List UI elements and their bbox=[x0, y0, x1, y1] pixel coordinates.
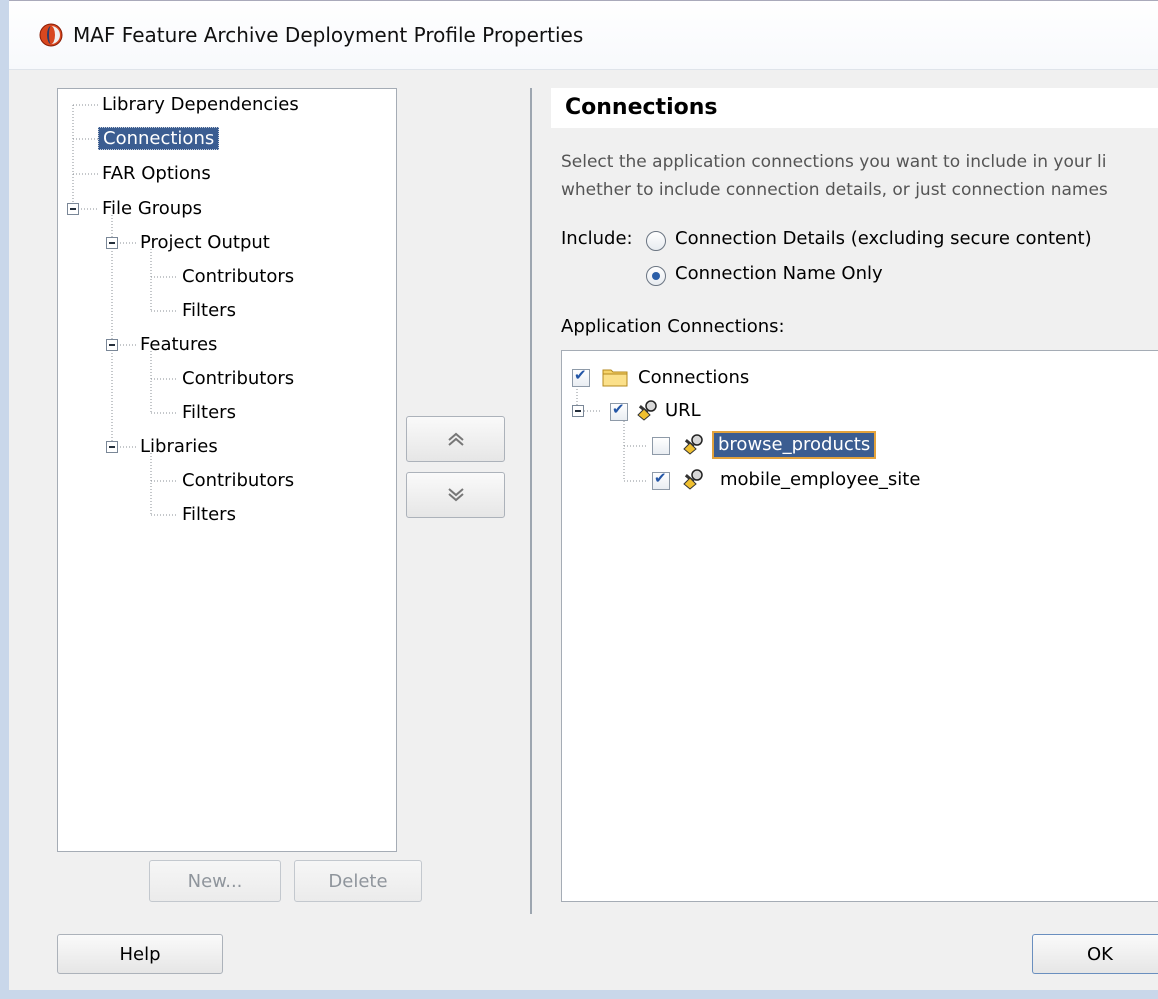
radio-connection-name-only[interactable] bbox=[646, 266, 666, 286]
checkbox-url-group[interactable] bbox=[610, 400, 628, 421]
collapse-icon[interactable] bbox=[572, 405, 584, 417]
navigation-tree[interactable]: Library Dependencies Connections FAR Opt… bbox=[57, 88, 397, 852]
dialog-window: MAF Feature Archive Deployment Profile P… bbox=[0, 0, 1158, 999]
tree-item-file-groups[interactable]: File Groups bbox=[98, 194, 206, 224]
tree-item-far-options[interactable]: FAR Options bbox=[98, 159, 215, 189]
folder-icon bbox=[602, 369, 628, 387]
tree-item-contributors[interactable]: Contributors bbox=[178, 262, 298, 292]
radio-connection-details-label[interactable]: Connection Details (excluding secure con… bbox=[675, 228, 1092, 249]
tree-item-features[interactable]: Features bbox=[136, 330, 221, 360]
double-chevron-down-icon bbox=[447, 488, 464, 502]
tree-item-filters[interactable]: Filters bbox=[178, 398, 240, 428]
ok-button[interactable]: OK bbox=[1032, 934, 1158, 974]
conn-item-mobile-employee-site[interactable]: mobile_employee_site bbox=[720, 467, 920, 493]
conn-tree-url-label[interactable]: URL bbox=[665, 398, 701, 424]
checkbox-browse-products[interactable] bbox=[652, 437, 670, 455]
connections-tree[interactable]: Connections URL browse_products mobile_e… bbox=[561, 350, 1158, 902]
tree-item-contributors[interactable]: Contributors bbox=[178, 466, 298, 496]
radio-connection-name-only-label[interactable]: Connection Name Only bbox=[675, 263, 883, 284]
tree-item-contributors[interactable]: Contributors bbox=[178, 364, 298, 394]
application-connections-label: Application Connections: bbox=[561, 316, 785, 337]
tree-item-libraries[interactable]: Libraries bbox=[136, 432, 222, 462]
tree-item-connections[interactable]: Connections bbox=[98, 124, 220, 154]
tree-item-filters[interactable]: Filters bbox=[178, 296, 240, 326]
connection-url-icon bbox=[637, 400, 657, 421]
panel-divider bbox=[530, 88, 532, 914]
tree-item-filters[interactable]: Filters bbox=[178, 500, 240, 530]
new-button[interactable]: New... bbox=[149, 860, 281, 902]
window-title: MAF Feature Archive Deployment Profile P… bbox=[73, 23, 584, 47]
collapse-icon[interactable] bbox=[106, 237, 118, 249]
include-label: Include: bbox=[561, 228, 633, 249]
collapse-icon[interactable] bbox=[106, 339, 118, 351]
move-up-button[interactable] bbox=[406, 416, 505, 462]
move-down-button[interactable] bbox=[406, 472, 505, 518]
connection-url-icon bbox=[683, 434, 703, 455]
collapse-icon[interactable] bbox=[67, 203, 79, 215]
checkbox-mobile-employee-site[interactable] bbox=[652, 469, 670, 490]
panel-title: Connections bbox=[551, 88, 1158, 128]
conn-item-browse-products[interactable]: browse_products bbox=[712, 431, 877, 459]
delete-button[interactable]: Delete bbox=[294, 860, 422, 902]
radio-connection-details[interactable] bbox=[646, 231, 666, 251]
tree-item-project-output[interactable]: Project Output bbox=[136, 228, 274, 258]
title-bar: MAF Feature Archive Deployment Profile P… bbox=[9, 0, 1158, 70]
panel-description: Select the application connections you w… bbox=[561, 152, 1108, 200]
help-button[interactable]: Help bbox=[57, 934, 223, 974]
conn-tree-root-label[interactable]: Connections bbox=[638, 365, 749, 391]
checkbox-connections-root[interactable] bbox=[572, 366, 590, 387]
tree-item-library-dependencies[interactable]: Library Dependencies bbox=[98, 90, 303, 120]
collapse-icon[interactable] bbox=[106, 441, 118, 453]
oracle-app-icon bbox=[39, 23, 63, 47]
double-chevron-up-icon bbox=[447, 432, 464, 446]
connection-url-icon bbox=[683, 469, 703, 490]
